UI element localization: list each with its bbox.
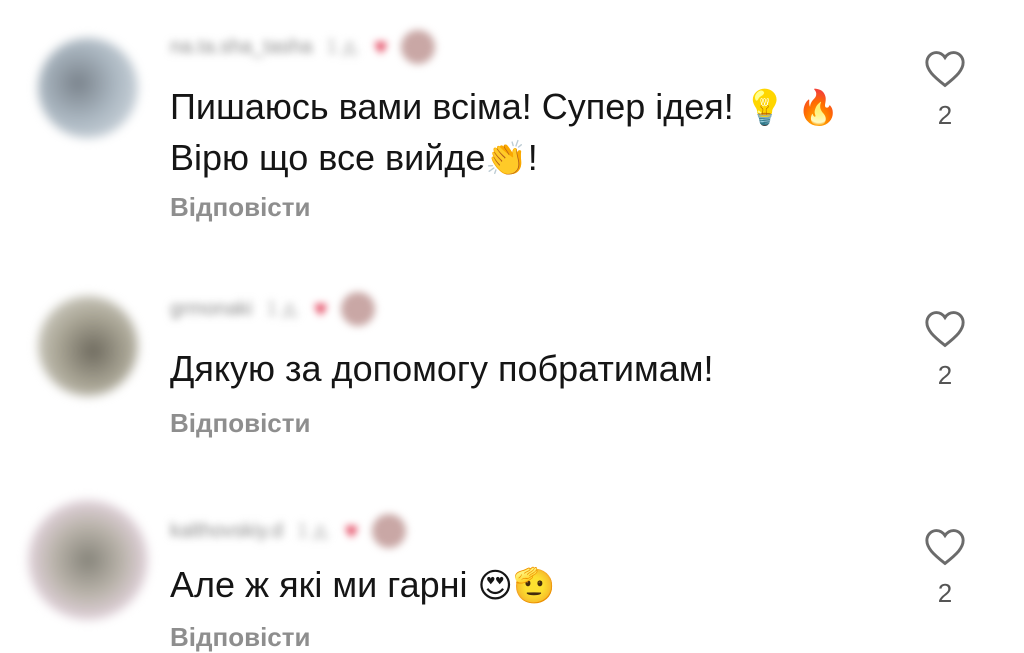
timestamp: 1 д. — [266, 297, 301, 320]
avatar[interactable] — [28, 500, 148, 620]
timestamp: 1 д. — [326, 35, 361, 58]
heart-outline-icon — [925, 51, 965, 88]
reply-button[interactable]: Відповісти — [170, 192, 310, 223]
like-count: 2 — [937, 360, 953, 390]
heart-outline-icon — [925, 529, 965, 566]
like-button[interactable]: 2 — [918, 310, 972, 391]
comment-meta: grmonaki 1 д. ♥ — [170, 292, 376, 326]
comment-text-line: Дякую за допомогу побратимам! — [170, 348, 714, 389]
like-button[interactable]: 2 — [918, 50, 972, 131]
comment-text: Пишаюсь вами всіма! Супер ідея! 💡 🔥 Вірю… — [170, 82, 890, 184]
heart-filled-icon: ♥ — [314, 296, 328, 321]
username[interactable]: na.ta.sha_tasha — [170, 36, 312, 59]
like-count: 2 — [937, 100, 953, 130]
lightbulb-fire-emoji: 💡 🔥 — [743, 88, 840, 128]
username[interactable]: grmonaki — [170, 298, 252, 321]
avatar[interactable] — [38, 296, 138, 396]
comment-meta: kalthovskiy.d 1 д. ♥ — [170, 514, 406, 548]
comment-text: Але ж які ми гарні 😍🫡 — [170, 560, 890, 611]
timestamp: 1 д. — [297, 519, 331, 542]
avatar[interactable] — [38, 38, 138, 138]
username[interactable]: kalthovskiy.d — [170, 520, 283, 543]
heart-eyes-salute-emoji: 😍🫡 — [477, 566, 556, 606]
comment-text-line: Пишаюсь вами всіма! Супер ідея! — [170, 86, 744, 127]
heart-filled-icon: ♥ — [344, 518, 358, 543]
clapping-hands-emoji: 👏 — [485, 139, 528, 179]
heart-filled-icon: ♥ — [374, 34, 388, 59]
reply-button[interactable]: Відповісти — [170, 622, 310, 653]
comment-text-line: Але ж які ми гарні — [170, 564, 478, 605]
comment-meta: na.ta.sha_tasha 1 д. ♥ — [170, 30, 436, 64]
comment-text-line: Вірю що все вийде — [170, 137, 486, 178]
reply-button[interactable]: Відповісти — [170, 408, 310, 439]
author-avatar — [341, 292, 376, 326]
heart-outline-icon — [925, 311, 965, 348]
like-count: 2 — [937, 578, 953, 608]
comment-text-end: ! — [527, 137, 538, 178]
comment-text: Дякую за допомогу побратимам! — [170, 344, 890, 394]
author-avatar — [401, 30, 436, 64]
like-button[interactable]: 2 — [918, 528, 972, 609]
author-avatar — [371, 514, 406, 548]
